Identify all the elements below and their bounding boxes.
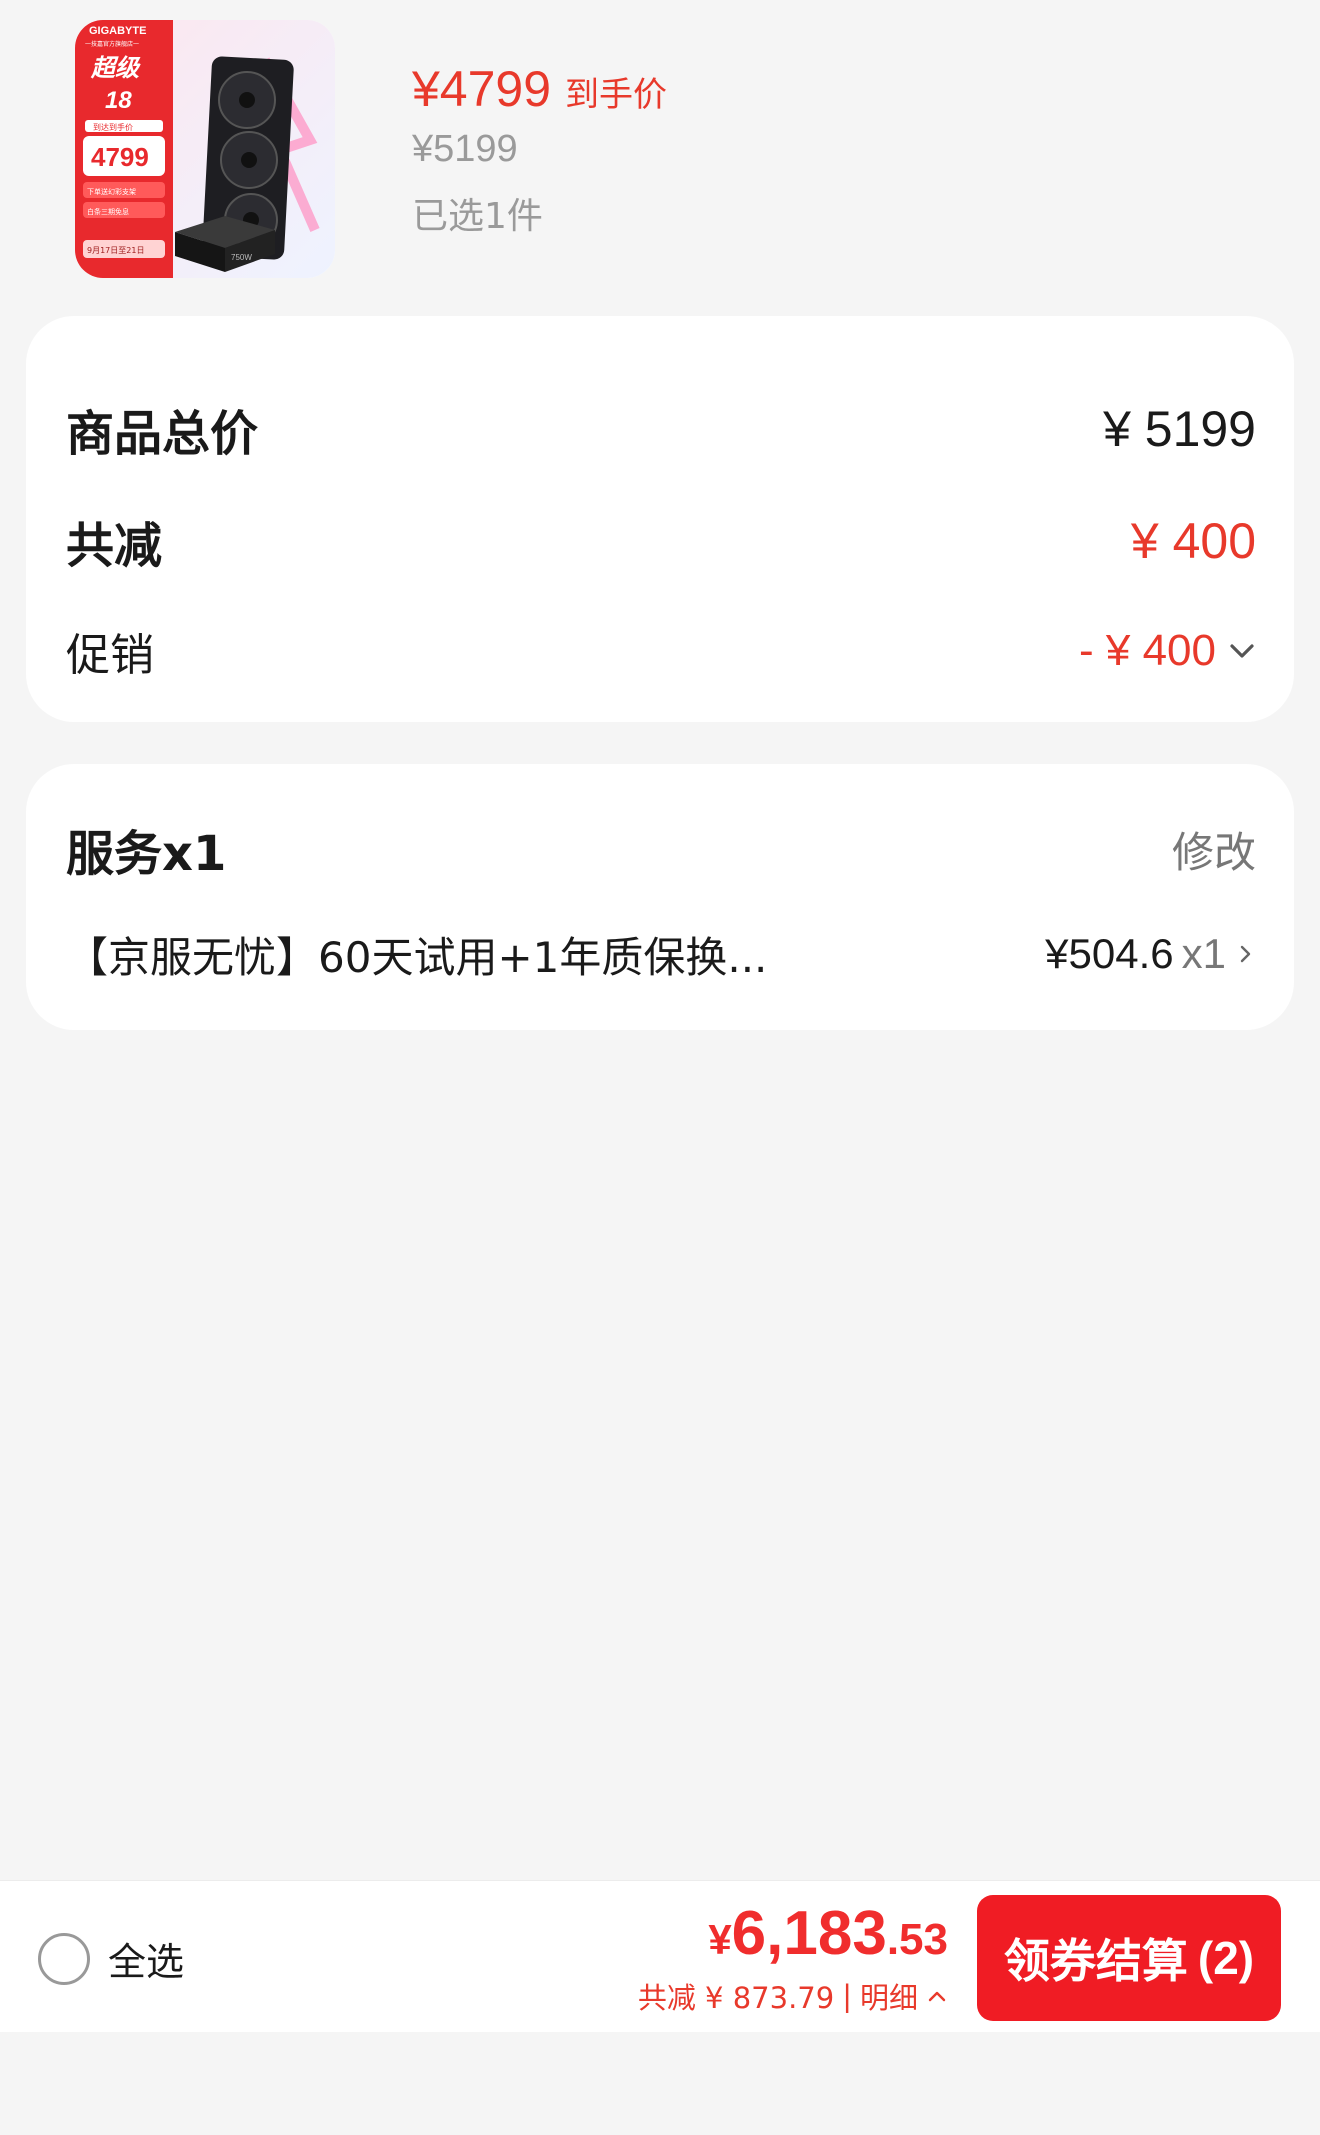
brand-text: GIGABYTE [89,25,146,37]
total-block: ¥6,183.53 共减 ¥ 873.79 | 明细 [638,1903,948,2017]
select-all-toggle[interactable]: 全选 [38,1931,184,1986]
svg-text:9月17日至21日: 9月17日至21日 [87,246,144,255]
cart-checkout-page: GIGABYTE 一技嘉官方旗舰店一 超级 18 到达到手价 4799 下单送幻… [0,0,1320,2135]
select-all-label: 全选 [108,1940,185,1984]
currency-symbol: ¥ [708,1916,732,1963]
discount-row: 共减 ¥ 400 [66,506,1256,576]
discount-value: ¥ 400 [1130,513,1256,569]
checkout-bar: 全选 ¥6,183.53 共减 ¥ 873.79 | 明细 领券结算 (2) [0,1880,1320,2032]
total-detail-row[interactable]: 共减 ¥ 873.79 | 明细 [638,1975,948,2017]
svg-text:18: 18 [105,87,132,114]
checkout-button[interactable]: 领券结算 (2) [977,1895,1281,2021]
product-summary[interactable]: GIGABYTE 一技嘉官方旗舰店一 超级 18 到达到手价 4799 下单送幻… [0,0,1320,300]
final-price: ¥4799 [412,61,552,117]
select-all-checkbox[interactable] [38,1932,90,1985]
total-row: 商品总价 ¥ 5199 [66,394,1256,464]
chevron-right-icon[interactable] [1234,941,1256,967]
product-image: GIGABYTE 一技嘉官方旗舰店一 超级 18 到达到手价 4799 下单送幻… [75,20,335,278]
service-item[interactable]: 【京服无忧】60天试用+1年质保换... ¥504.6 x1 [66,914,1256,994]
svg-text:4799: 4799 [91,142,149,172]
original-price: ¥5199 [412,128,518,170]
total-value: ¥ 5199 [1103,401,1256,457]
service-item-qty: x1 [1181,930,1226,977]
promo-value: - ¥ 400 [1079,626,1216,675]
svg-text:白条三期免息: 白条三期免息 [87,207,129,216]
product-thumbnail[interactable]: GIGABYTE 一技嘉官方旗舰店一 超级 18 到达到手价 4799 下单送幻… [75,20,335,278]
final-price-tag: 到手价 [565,75,668,115]
chevron-up-icon[interactable] [926,1988,948,2004]
total-integer: 6,183 [731,1899,887,1968]
chevron-down-icon[interactable] [1228,641,1256,661]
service-card: 服务x1 修改 【京服无忧】60天试用+1年质保换... ¥504.6 x1 [26,764,1294,1030]
total-decimal: .53 [886,1915,948,1964]
promo-label: 促销 [66,630,154,681]
svg-text:下单送幻彩支架: 下单送幻彩支架 [87,187,136,196]
edit-service-button[interactable]: 修改 [1172,819,1256,880]
total-label: 商品总价 [66,406,259,462]
service-item-price-group: ¥504.6 x1 [1045,930,1256,978]
saved-amount: 共减 ¥ 873.79 [637,1981,835,2015]
grand-total: ¥6,183.53 [638,1903,948,1965]
detail-link[interactable]: 明细 [860,1975,918,2017]
product-price-info: ¥4799 到手价 ¥5199 已选1件 [412,60,667,239]
selected-count: 已选1件 [412,196,543,237]
promo-toggle[interactable]: - ¥ 400 [1079,626,1256,676]
checkout-label: 领券结算 [1003,1934,1188,1988]
separator: | [842,1979,852,2013]
checkout-count: (2) [1197,1932,1255,1984]
promo-row[interactable]: 促销 - ¥ 400 [66,616,1256,686]
service-title: 服务x1 [66,826,227,882]
svg-text:到达到手价: 到达到手价 [93,122,133,132]
price-summary-card: 商品总价 ¥ 5199 共减 ¥ 400 促销 - ¥ 400 [26,316,1294,722]
svg-text:一技嘉官方旗舰店一: 一技嘉官方旗舰店一 [85,40,139,48]
svg-text:750W: 750W [231,253,252,262]
service-item-name: 【京服无忧】60天试用+1年质保换... [66,932,768,982]
svg-text:超级: 超级 [90,54,141,82]
service-header: 服务x1 修改 [66,809,1256,889]
discount-label: 共减 [66,518,163,574]
service-item-price: ¥504.6 [1045,930,1174,977]
